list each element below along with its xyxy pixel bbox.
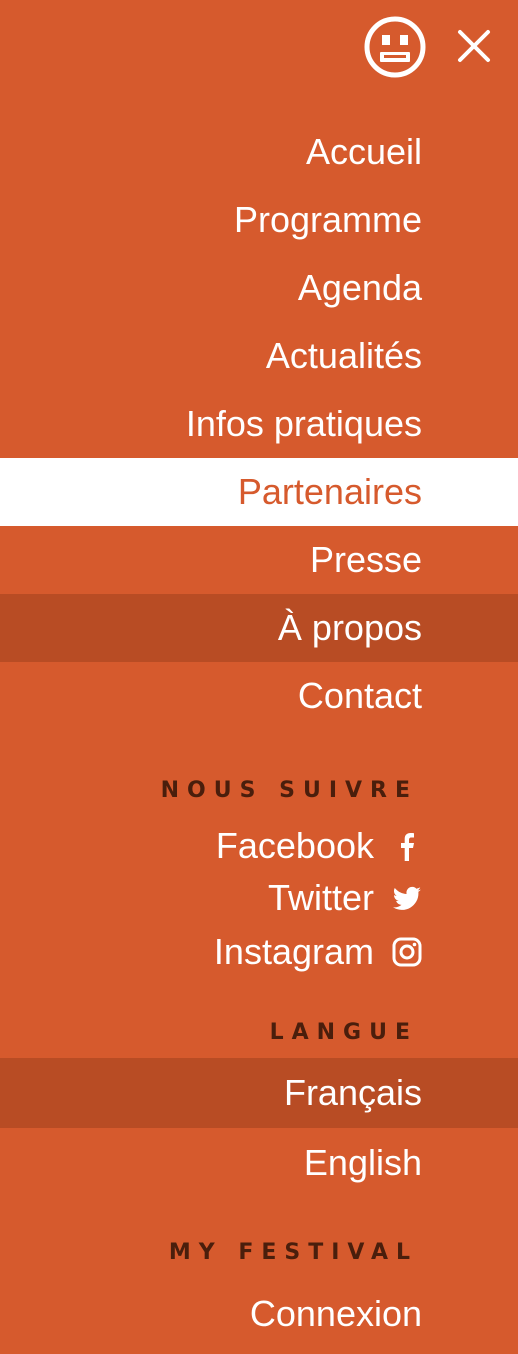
neutral-face-icon[interactable] <box>364 16 426 78</box>
nav-item-programme[interactable]: Programme <box>0 186 518 254</box>
my-festival-section-title: MY FESTIVAL <box>168 1240 418 1265</box>
nav-item-presse[interactable]: Presse <box>0 526 518 594</box>
nav-item-contact[interactable]: Contact <box>0 662 518 730</box>
main-nav: Accueil Programme Agenda Actualités Info… <box>0 118 518 730</box>
instagram-link[interactable]: Instagram <box>214 926 422 978</box>
follow-section-title: NOUS SUIVRE <box>160 778 418 803</box>
nav-item-a-propos[interactable]: À propos <box>0 594 518 662</box>
instagram-label: Instagram <box>213 931 374 972</box>
facebook-link[interactable]: Facebook <box>216 820 422 872</box>
language-option-english[interactable]: English <box>0 1128 518 1198</box>
instagram-icon <box>392 937 422 967</box>
language-option-francais[interactable]: Français <box>0 1058 518 1128</box>
facebook-label: Facebook <box>215 825 374 866</box>
nav-item-agenda[interactable]: Agenda <box>0 254 518 322</box>
login-link[interactable]: Connexion <box>250 1286 422 1342</box>
close-icon[interactable] <box>456 28 492 64</box>
nav-item-infos-pratiques[interactable]: Infos pratiques <box>0 390 518 458</box>
facebook-icon <box>401 833 414 861</box>
language-section-title: LANGUE <box>269 1020 418 1045</box>
twitter-icon <box>393 886 421 910</box>
top-bar <box>0 0 518 100</box>
twitter-label: Twitter <box>267 877 374 918</box>
nav-item-accueil[interactable]: Accueil <box>0 118 518 186</box>
nav-item-partenaires[interactable]: Partenaires <box>0 458 518 526</box>
nav-item-actualites[interactable]: Actualités <box>0 322 518 390</box>
language-options: Français English <box>0 1058 518 1198</box>
twitter-link[interactable]: Twitter <box>268 872 422 924</box>
